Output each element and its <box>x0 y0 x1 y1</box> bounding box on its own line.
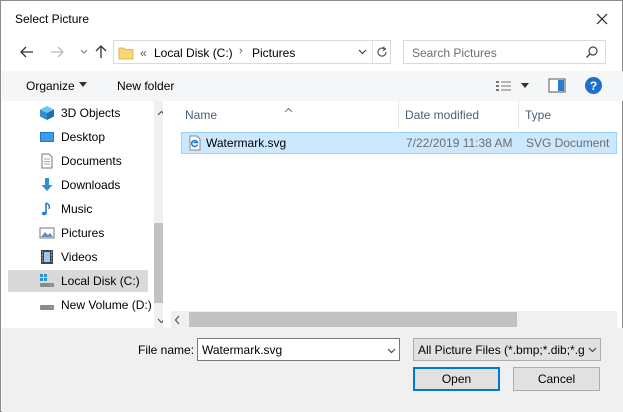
breadcrumb-pictures[interactable]: Pictures <box>252 46 295 60</box>
sidebar-item-label: Pictures <box>61 226 105 240</box>
sidebar-item-downloads[interactable]: Downloads <box>8 174 148 196</box>
file-name-field[interactable]: Watermark.svg <box>197 338 400 361</box>
downloads-icon <box>39 177 55 193</box>
sidebar-item-pictures[interactable]: Pictures <box>8 222 148 244</box>
title-bar: Select Picture <box>1 1 622 37</box>
sidebar-item-local-disk[interactable]: Local Disk (C:) <box>8 270 148 292</box>
drive-icon <box>39 297 55 313</box>
sidebar-item-videos[interactable]: Videos <box>8 246 148 268</box>
file-date-modified: 7/22/2019 11:38 AM <box>406 136 513 150</box>
view-options-icon[interactable] <box>495 79 513 96</box>
navigation-scrollbar[interactable] <box>154 101 163 328</box>
file-list-scrollbar[interactable] <box>171 311 617 328</box>
chevron-down-icon[interactable] <box>157 313 163 327</box>
column-header-date-modified[interactable]: Date modified <box>399 101 519 129</box>
table-row[interactable]: Watermark.svg 7/22/2019 11:38 AM SVG Doc… <box>181 132 617 154</box>
close-icon[interactable] <box>592 9 612 29</box>
edge-file-icon <box>187 135 203 154</box>
column-header-label: Date modified <box>405 108 480 122</box>
sidebar-item-3d-objects[interactable]: 3D Objects <box>8 102 148 124</box>
file-type-filter[interactable]: All Picture Files (*.bmp;*.dib;*.gif;*.j… <box>413 338 601 361</box>
sidebar-item-music[interactable]: Music <box>8 198 148 220</box>
music-icon <box>39 201 55 217</box>
search-icon[interactable] <box>585 45 599 62</box>
file-name-value[interactable]: Watermark.svg <box>202 343 282 357</box>
search-placeholder: Search Pictures <box>412 46 497 60</box>
sidebar-item-label: Local Disk (C:) <box>61 274 140 288</box>
sidebar-item-label: Documents <box>61 154 122 168</box>
file-list: Name Date modified Type Watermark.svg 7/… <box>171 101 617 328</box>
file-type: SVG Document <box>526 136 610 150</box>
cancel-button[interactable]: Cancel <box>513 367 600 391</box>
3d-objects-icon <box>39 105 55 121</box>
videos-icon <box>39 249 55 265</box>
column-header-label: Type <box>525 108 552 122</box>
sidebar-item-desktop[interactable]: Desktop <box>8 126 148 148</box>
chevron-down-icon[interactable] <box>387 343 396 357</box>
sidebar-item-new-volume[interactable]: New Volume (D:) <box>8 294 152 316</box>
search-input[interactable]: Search Pictures <box>403 40 606 64</box>
file-type-filter-value: All Picture Files (*.bmp;*.dib;*.gif;*.j… <box>418 343 600 357</box>
select-picture-dialog: Select Picture « Local Disk (C:) › Pictu… <box>0 0 623 412</box>
chevron-down-icon[interactable] <box>521 83 529 88</box>
dialog-title: Select Picture <box>15 12 90 26</box>
breadcrumb-overflow[interactable]: « <box>140 46 147 60</box>
file-name: Watermark.svg <box>206 136 287 150</box>
open-button[interactable]: Open <box>413 367 500 391</box>
sidebar-item-label: New Volume (D:) <box>61 298 152 312</box>
arrow-right-icon[interactable] <box>46 41 68 63</box>
sidebar-item-label: Downloads <box>61 178 121 192</box>
file-name-label: File name: <box>138 343 195 357</box>
arrow-up-icon[interactable] <box>90 41 112 63</box>
chevron-left-icon[interactable] <box>174 314 180 328</box>
breadcrumb-local-disk[interactable]: Local Disk (C:) <box>154 46 233 60</box>
chevron-down-icon[interactable] <box>79 82 87 87</box>
column-header-name[interactable]: Name <box>171 101 399 129</box>
chevron-down-icon[interactable] <box>354 44 370 60</box>
folder-icon <box>118 45 134 64</box>
refresh-icon[interactable] <box>372 41 391 63</box>
sidebar-item-label: 3D Objects <box>61 106 121 120</box>
navigation-pane: 3D Objects Desktop Documents Downloads M… <box>8 101 163 328</box>
sidebar-item-label: Desktop <box>61 130 106 144</box>
preview-pane-icon[interactable] <box>548 78 566 96</box>
column-header-label: Name <box>185 108 218 122</box>
scrollbar-thumb[interactable] <box>154 223 163 303</box>
arrow-left-icon[interactable] <box>16 41 38 63</box>
sidebar-item-label: Music <box>61 202 93 216</box>
organize-button[interactable]: Organize <box>26 79 75 93</box>
address-bar[interactable]: « Local Disk (C:) › Pictures <box>113 40 391 64</box>
desktop-icon <box>39 129 55 145</box>
command-bar: Organize New folder ? <box>2 71 623 101</box>
new-folder-button[interactable]: New folder <box>117 79 174 93</box>
help-icon[interactable]: ? <box>585 77 602 94</box>
scrollbar-thumb[interactable] <box>189 312 517 327</box>
sidebar-item-documents[interactable]: Documents <box>8 150 148 172</box>
dialog-footer: File name: Watermark.svg All Picture Fil… <box>2 328 623 412</box>
breadcrumb-separator[interactable]: › <box>239 45 243 57</box>
chevron-down-icon[interactable] <box>584 339 600 360</box>
pictures-icon <box>39 225 55 241</box>
chevron-up-icon[interactable] <box>157 105 163 119</box>
column-header-type[interactable]: Type <box>519 101 617 129</box>
documents-icon <box>39 153 55 169</box>
sidebar-item-label: Videos <box>61 250 98 264</box>
local-disk-icon <box>39 273 55 289</box>
